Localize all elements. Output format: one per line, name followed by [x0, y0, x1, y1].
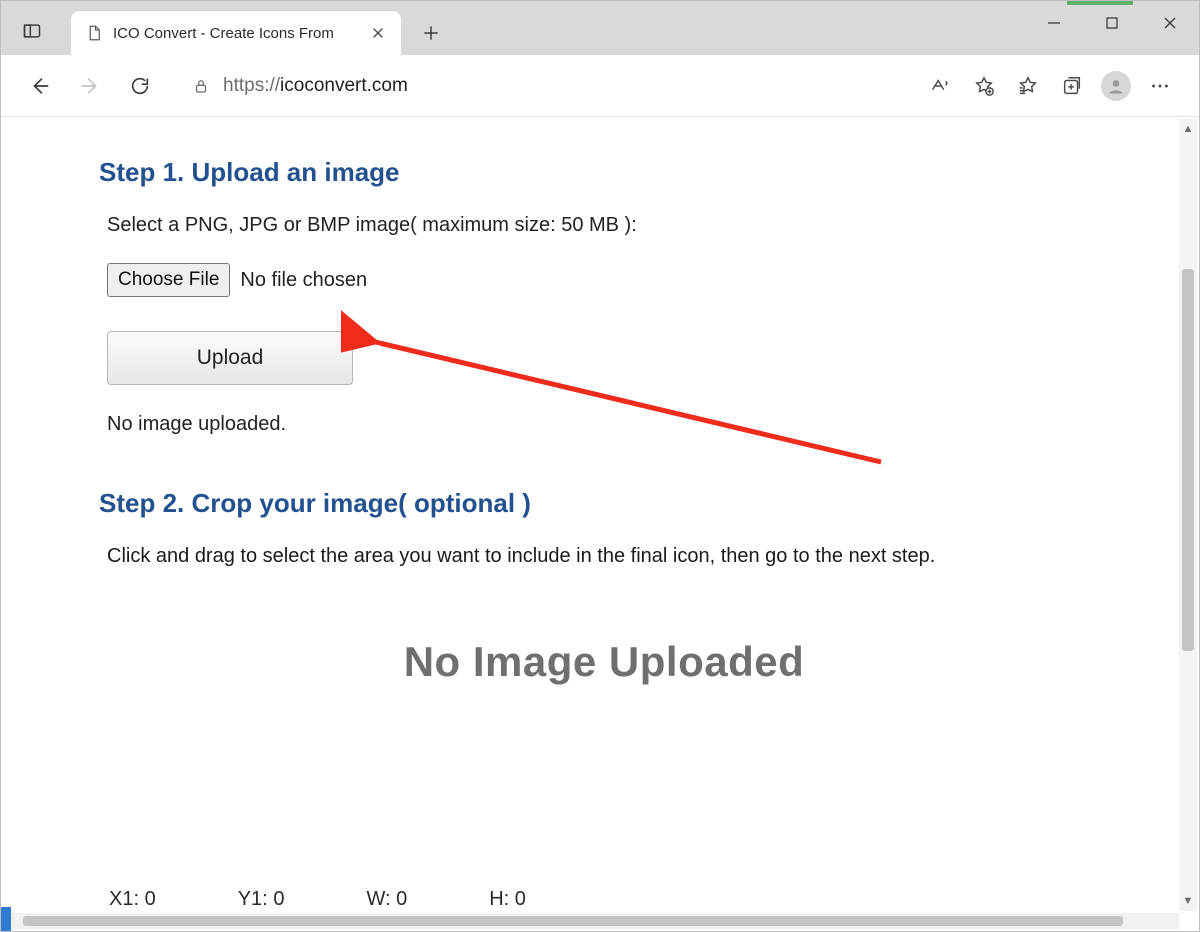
- close-tab-icon[interactable]: [369, 24, 387, 42]
- favorites-button[interactable]: [1007, 65, 1049, 107]
- step2-help-text: Click and drag to select the area you wa…: [107, 545, 1109, 568]
- tab-title: ICO Convert - Create Icons From: [113, 25, 359, 42]
- nav-forward-button[interactable]: [69, 65, 111, 107]
- bottom-left-accent: [1, 907, 11, 931]
- tab-actions-button[interactable]: [11, 13, 53, 49]
- new-tab-button[interactable]: [411, 13, 451, 53]
- scroll-down-icon[interactable]: ▼: [1179, 891, 1197, 911]
- window-close-button[interactable]: [1141, 1, 1199, 45]
- file-chosen-status: No file chosen: [240, 269, 367, 292]
- upload-button[interactable]: Upload: [107, 331, 353, 385]
- more-menu-button[interactable]: [1139, 65, 1181, 107]
- step1-help-text: Select a PNG, JPG or BMP image( maximum …: [107, 214, 1109, 237]
- step1-heading: Step 1. Upload an image: [99, 157, 1109, 188]
- page-icon: [85, 24, 103, 42]
- avatar-icon: [1101, 71, 1131, 101]
- vertical-scroll-thumb[interactable]: [1182, 269, 1194, 651]
- collections-button[interactable]: [1051, 65, 1093, 107]
- read-aloud-button[interactable]: [919, 65, 961, 107]
- scroll-up-icon[interactable]: ▲: [1179, 119, 1197, 139]
- profile-button[interactable]: [1095, 65, 1137, 107]
- nav-refresh-button[interactable]: [119, 65, 161, 107]
- page-viewport: Step 1. Upload an image Select a PNG, JP…: [1, 117, 1199, 913]
- address-bar[interactable]: https://icoconvert.com: [175, 65, 905, 107]
- upload-status-text: No image uploaded.: [107, 413, 1109, 436]
- window-minimize-button[interactable]: [1025, 1, 1083, 45]
- nav-back-button[interactable]: [19, 65, 61, 107]
- horizontal-scrollbar[interactable]: [3, 913, 1179, 929]
- crop-coordinates: X1: 0 Y1: 0 W: 0 H: 0: [109, 888, 526, 911]
- browser-tab[interactable]: ICO Convert - Create Icons From: [71, 11, 401, 55]
- address-url: https://icoconvert.com: [223, 75, 408, 97]
- horizontal-scroll-thumb[interactable]: [23, 916, 1123, 926]
- vertical-scrollbar[interactable]: ▲ ▼: [1179, 119, 1197, 911]
- add-favorite-button[interactable]: [963, 65, 1005, 107]
- choose-file-button[interactable]: Choose File: [107, 263, 230, 297]
- step2-heading: Step 2. Crop your image( optional ): [99, 488, 1109, 519]
- no-image-placeholder: No Image Uploaded: [99, 638, 1109, 686]
- site-lock-icon[interactable]: [185, 77, 217, 95]
- window-maximize-button[interactable]: [1083, 1, 1141, 45]
